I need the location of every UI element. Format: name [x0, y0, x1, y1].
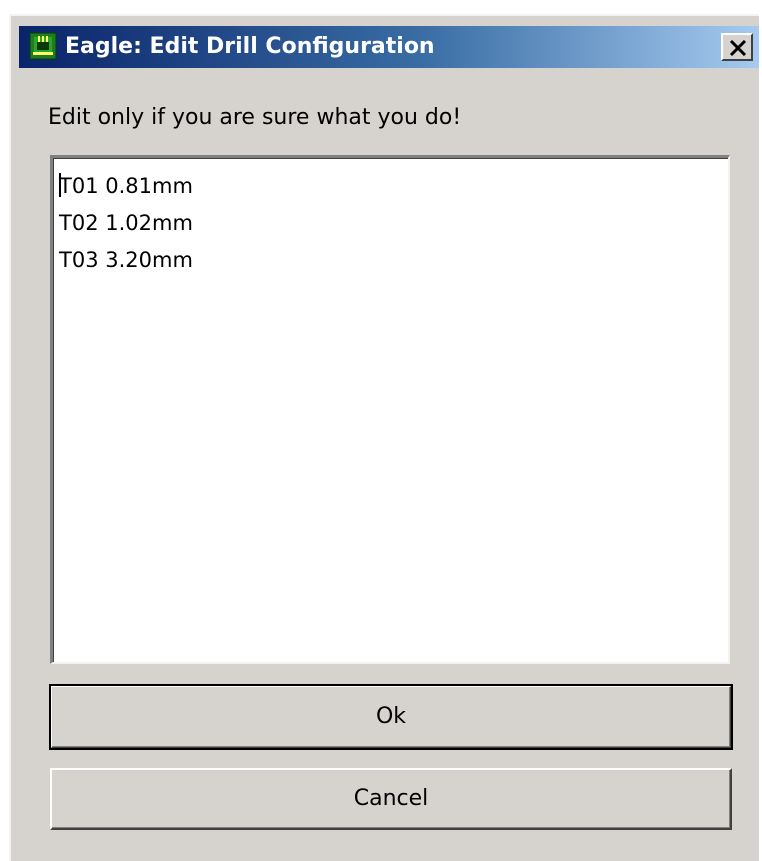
editor-line: T02 1.02mm	[59, 211, 193, 235]
window-title: Eagle: Edit Drill Configuration	[65, 34, 435, 59]
close-button[interactable]	[721, 33, 753, 61]
drill-config-textarea[interactable]: T01 0.81mm T02 1.02mm T03 3.20mm	[50, 155, 730, 664]
eagle-pcb-icon[interactable]	[29, 32, 57, 60]
warning-label: Edit only if you are sure what you do!	[48, 105, 462, 130]
dialog-window: Eagle: Edit Drill Configuration Edit onl…	[9, 14, 759, 861]
cancel-button[interactable]: Cancel	[50, 768, 732, 830]
ok-button[interactable]: Ok	[49, 684, 733, 750]
close-icon	[729, 40, 747, 56]
editor-line: T01 0.81mm	[59, 168, 728, 205]
title-bar[interactable]: Eagle: Edit Drill Configuration	[19, 26, 759, 68]
editor-line-text: T01 0.81mm	[59, 174, 193, 198]
editor-line: T03 3.20mm	[59, 248, 193, 272]
